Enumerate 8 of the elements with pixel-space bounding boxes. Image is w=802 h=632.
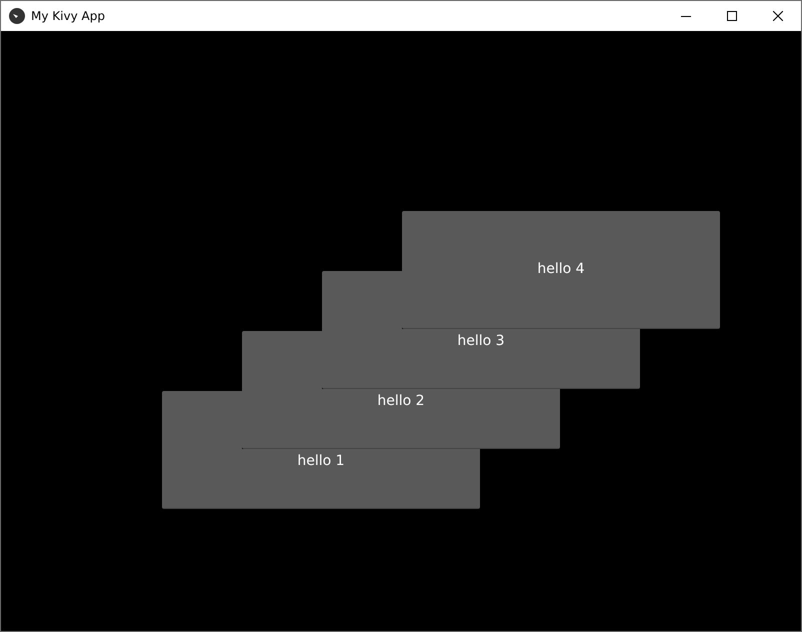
hello-button[interactable]: hello 2: [242, 389, 560, 449]
hello-button[interactable]: hello 4: [402, 211, 720, 329]
maximize-icon: [727, 11, 737, 21]
hello-button[interactable]: hello 3: [322, 329, 640, 389]
close-icon: [773, 11, 783, 21]
hello-button[interactable]: hello 1: [162, 449, 480, 509]
window-title: My Kivy App: [31, 8, 105, 25]
app-logo-icon: [9, 8, 25, 24]
